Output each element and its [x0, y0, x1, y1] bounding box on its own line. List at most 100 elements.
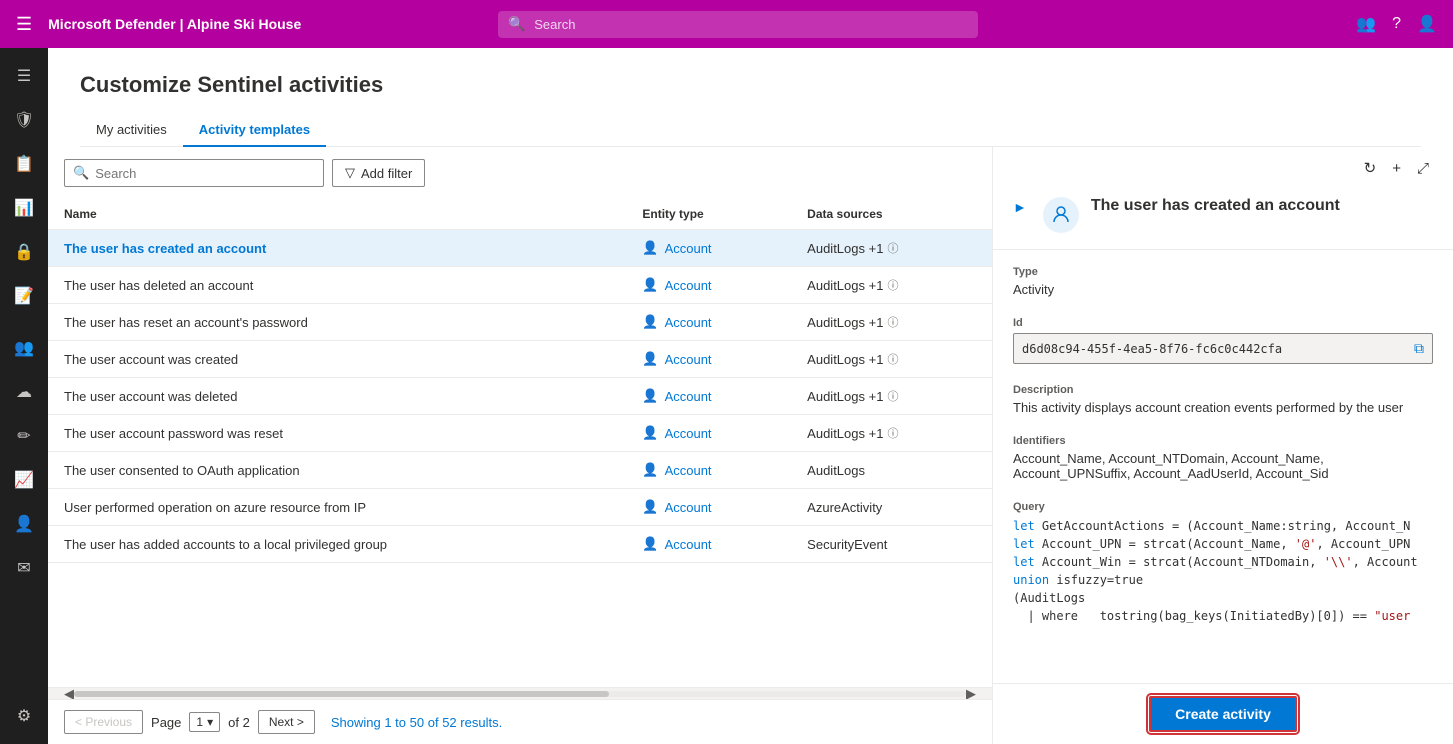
page-select[interactable]: 1 ▾: [189, 712, 220, 732]
sidebar-item-cloud[interactable]: ☁: [4, 372, 44, 412]
content-area: Customize Sentinel activities My activit…: [48, 48, 1453, 744]
table-row[interactable]: The user account was deleted👤AccountAudi…: [48, 378, 992, 415]
table-row[interactable]: User performed operation on azure resour…: [48, 489, 992, 526]
total-pages: of 2: [228, 715, 250, 730]
detail-query-section: Query let GetAccountActions = (Account_N…: [1013, 501, 1433, 625]
sidebar-item-shield[interactable]: 🛡: [4, 100, 44, 140]
account-icon: 👤: [642, 351, 658, 367]
detail-body: Type Activity Id d6d08c94-455f-4ea5-8f76…: [993, 250, 1453, 683]
row-entity: 👤Account: [626, 341, 791, 378]
search-icon: 🔍: [73, 165, 89, 181]
account-icon: 👤: [642, 388, 658, 404]
col-name: Name: [48, 199, 626, 230]
search-icon: 🔍: [508, 16, 525, 33]
scroll-track: [74, 691, 966, 697]
tab-activity-templates[interactable]: Activity templates: [183, 114, 326, 147]
sidebar-item-people[interactable]: 👤: [4, 504, 44, 544]
table-row[interactable]: The user account was created👤AccountAudi…: [48, 341, 992, 378]
collapse-icon[interactable]: ►: [1013, 199, 1027, 215]
people-icon[interactable]: 👥: [1356, 14, 1376, 34]
showing-total: 52: [442, 715, 456, 730]
row-datasource: AuditLogs +1 ⓘ: [791, 415, 992, 452]
table-row[interactable]: The user consented to OAuth application 👤…: [48, 452, 992, 489]
account-icon: 👤: [642, 462, 658, 478]
info-icon[interactable]: ⓘ: [887, 240, 898, 256]
description-label: Description: [1013, 384, 1433, 396]
app-title: Microsoft Defender | Alpine Ski House: [48, 16, 301, 32]
sidebar-item-trend[interactable]: 📈: [4, 460, 44, 500]
row-datasource: AuditLogs +1 ⓘ: [791, 341, 992, 378]
sidebar-item-mail[interactable]: ✉: [4, 548, 44, 588]
global-search-input[interactable]: [498, 11, 978, 38]
identifiers-label: Identifiers: [1013, 435, 1433, 447]
add-button[interactable]: +: [1388, 155, 1405, 181]
account-icon: 👤: [642, 240, 658, 256]
detail-id-section: Id d6d08c94-455f-4ea5-8f76-fc6c0c442cfa …: [1013, 317, 1433, 364]
showing-range: 1 to 50: [384, 715, 427, 730]
query-line-3: let Account_Win = strcat(Account_NTDomai…: [1013, 553, 1433, 571]
page-label: Page: [151, 715, 181, 730]
info-icon[interactable]: ⓘ: [887, 388, 898, 404]
query-line-2: let Account_UPN = strcat(Account_Name, '…: [1013, 535, 1433, 553]
info-icon[interactable]: ⓘ: [887, 351, 898, 367]
sidebar-item-book[interactable]: 📋: [4, 144, 44, 184]
id-label: Id: [1013, 317, 1433, 329]
row-name: The user has reset an account's password: [48, 304, 626, 341]
info-icon[interactable]: ⓘ: [887, 314, 898, 330]
detail-header: ► The user has created an account: [993, 181, 1453, 250]
table-row[interactable]: The user has added accounts to a local p…: [48, 526, 992, 563]
tab-my-activities[interactable]: My activities: [80, 114, 183, 147]
row-entity: 👤Account: [626, 267, 791, 304]
sidebar-item-lock[interactable]: 🔒: [4, 232, 44, 272]
add-filter-button[interactable]: ▽ Add filter: [332, 159, 425, 187]
topnav-actions: 👥 ? 👤: [1356, 14, 1437, 34]
id-value: d6d08c94-455f-4ea5-8f76-fc6c0c442cfa: [1022, 342, 1406, 356]
table-row[interactable]: The user has reset an account's password…: [48, 304, 992, 341]
horizontal-scrollbar[interactable]: ◀ ▶: [48, 687, 992, 699]
row-entity: 👤Account: [626, 378, 791, 415]
row-datasource: AuditLogs +1 ⓘ: [791, 378, 992, 415]
top-navigation: ☰ Microsoft Defender | Alpine Ski House …: [0, 0, 1453, 48]
copy-id-button[interactable]: ⧉: [1414, 340, 1424, 357]
sidebar-item-group[interactable]: 👥: [4, 328, 44, 368]
pane-header-actions: ↻ + ⤢: [993, 147, 1453, 181]
row-datasource: AuditLogs +1 ⓘ: [791, 304, 992, 341]
sidebar-item-chart[interactable]: 📊: [4, 188, 44, 228]
refresh-button[interactable]: ↻: [1360, 155, 1381, 181]
activities-table: Name Entity type Data sources The user h…: [48, 199, 992, 563]
sidebar-item-menu[interactable]: ☰: [4, 56, 44, 96]
row-name: The user account was created: [48, 341, 626, 378]
next-button[interactable]: Next >: [258, 710, 315, 734]
account-icon: 👤: [642, 425, 658, 441]
row-name: The user consented to OAuth application: [48, 452, 626, 489]
table-row[interactable]: The user account password was reset👤Acco…: [48, 415, 992, 452]
col-data-sources: Data sources: [791, 199, 992, 230]
sidebar-item-pencil[interactable]: ✏: [4, 416, 44, 456]
search-input[interactable]: [95, 166, 315, 181]
expand-button[interactable]: ⤢: [1413, 155, 1433, 181]
info-icon[interactable]: ⓘ: [887, 425, 898, 441]
info-icon[interactable]: ⓘ: [887, 277, 898, 293]
col-entity-type: Entity type: [626, 199, 791, 230]
query-label: Query: [1013, 501, 1433, 513]
create-activity-button[interactable]: Create activity: [1149, 696, 1297, 732]
row-datasource: AuditLogs +1 ⓘ: [791, 230, 992, 267]
row-name: The user has added accounts to a local p…: [48, 526, 626, 563]
query-line-1: let GetAccountActions = (Account_Name:st…: [1013, 517, 1433, 535]
row-datasource: AuditLogs +1 ⓘ: [791, 267, 992, 304]
row-datasource: AzureActivity: [791, 489, 992, 526]
help-icon[interactable]: ?: [1392, 15, 1401, 33]
table-row[interactable]: The user has created an account👤AccountA…: [48, 230, 992, 267]
filter-icon: ▽: [345, 165, 355, 181]
sidebar-item-list[interactable]: 📝: [4, 276, 44, 316]
sidebar-item-cog[interactable]: ⚙: [4, 696, 44, 736]
hamburger-icon[interactable]: ☰: [16, 14, 32, 35]
prev-button[interactable]: < Previous: [64, 710, 143, 734]
detail-type-section: Type Activity: [1013, 266, 1433, 297]
row-entity: 👤Account: [626, 304, 791, 341]
account-icon[interactable]: 👤: [1417, 14, 1437, 34]
identifiers-value: Account_Name, Account_NTDomain, Account_…: [1013, 451, 1433, 481]
row-name: The user account password was reset: [48, 415, 626, 452]
table-row[interactable]: The user has deleted an account👤AccountA…: [48, 267, 992, 304]
detail-entity-icon: [1043, 197, 1079, 233]
